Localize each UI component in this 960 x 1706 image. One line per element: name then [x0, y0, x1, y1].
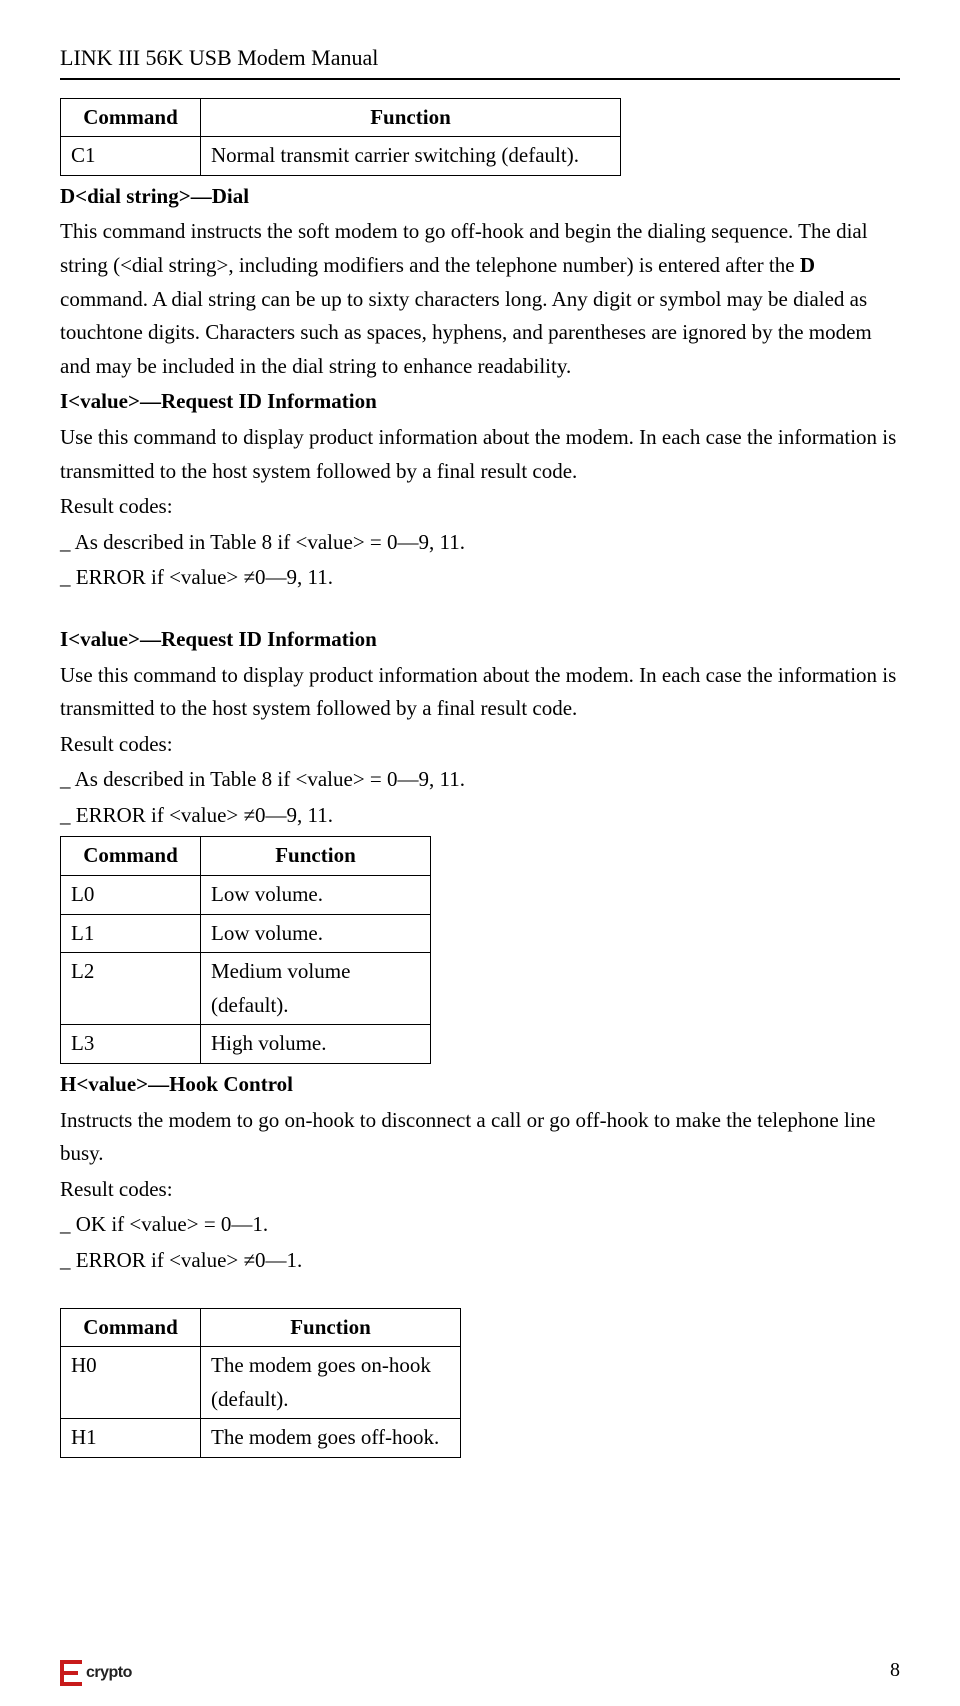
request-id-heading-2: I<value>—Request ID Information — [60, 623, 900, 657]
result-code-2b: _ ERROR if <value> ≠0—9, 11. — [60, 799, 900, 833]
table1-head-function: Function — [201, 98, 621, 137]
table2-cell-cmd: L1 — [61, 914, 201, 953]
hook-rc-2: _ ERROR if <value> ≠0—1. — [60, 1244, 900, 1278]
table-row: C1 Normal transmit carrier switching (de… — [61, 137, 621, 176]
dial-para-text2: command. A dial string can be up to sixt… — [60, 287, 872, 378]
result-code-1a: _ As described in Table 8 if <value> = 0… — [60, 526, 900, 560]
table-hook: Command Function H0 The modem goes on-ho… — [60, 1308, 461, 1458]
table-row: L0 Low volume. — [61, 876, 431, 915]
table3-cell-func: The modem goes on-hook (default). — [201, 1347, 461, 1419]
header-line: LINK III 56K USB Modem Manual — [60, 40, 900, 80]
page-header-title: LINK III 56K USB Modem Manual — [60, 45, 378, 70]
table-volume: Command Function L0 Low volume. L1 Low v… — [60, 836, 431, 1064]
hook-para: Instructs the modem to go on-hook to dis… — [60, 1104, 900, 1171]
page-footer: crypto 8 — [60, 1654, 900, 1686]
table2-head-command: Command — [61, 837, 201, 876]
table1-head-command: Command — [61, 98, 201, 137]
table-row: H0 The modem goes on-hook (default). — [61, 1347, 461, 1419]
page-number: 8 — [890, 1654, 900, 1686]
table-row: L3 High volume. — [61, 1025, 431, 1064]
table3-cell-cmd: H0 — [61, 1347, 201, 1419]
logo-icon — [60, 1660, 82, 1686]
dial-heading: D<dial string>—Dial — [60, 180, 900, 214]
logo-text: crypto — [86, 1660, 132, 1686]
hook-rc-1: _ OK if <value> = 0—1. — [60, 1208, 900, 1242]
dial-bold-d: D — [800, 253, 815, 277]
table-row: H1 The modem goes off-hook. — [61, 1419, 461, 1458]
table2-cell-cmd: L0 — [61, 876, 201, 915]
table-row: L2 Medium volume (default). — [61, 953, 431, 1025]
table3-cell-func: The modem goes off-hook. — [201, 1419, 461, 1458]
table3-cell-cmd: H1 — [61, 1419, 201, 1458]
result-codes-label-2: Result codes: — [60, 728, 900, 762]
table3-head-function: Function — [201, 1308, 461, 1347]
table2-cell-func: Medium volume (default). — [201, 953, 431, 1025]
hook-heading: H<value>—Hook Control — [60, 1068, 900, 1102]
logo: crypto — [60, 1660, 132, 1686]
result-codes-label-1: Result codes: — [60, 490, 900, 524]
table2-cell-func: High volume. — [201, 1025, 431, 1064]
table2-cell-cmd: L3 — [61, 1025, 201, 1064]
table2-cell-func: Low volume. — [201, 876, 431, 915]
request-id-para-1: Use this command to display product info… — [60, 421, 900, 488]
dial-paragraph: This command instructs the soft modem to… — [60, 215, 900, 383]
table2-head-function: Function — [201, 837, 431, 876]
request-id-para-2: Use this command to display product info… — [60, 659, 900, 726]
table2-cell-func: Low volume. — [201, 914, 431, 953]
result-code-2a: _ As described in Table 8 if <value> = 0… — [60, 763, 900, 797]
dial-para-text1: This command instructs the soft modem to… — [60, 219, 868, 277]
table1-cell-func: Normal transmit carrier switching (defau… — [201, 137, 621, 176]
table3-head-command: Command — [61, 1308, 201, 1347]
table-command-c1: Command Function C1 Normal transmit carr… — [60, 98, 621, 176]
request-id-heading-1: I<value>—Request ID Information — [60, 385, 900, 419]
table-row: L1 Low volume. — [61, 914, 431, 953]
table1-cell-cmd: C1 — [61, 137, 201, 176]
hook-rc-label: Result codes: — [60, 1173, 900, 1207]
result-code-1b: _ ERROR if <value> ≠0—9, 11. — [60, 561, 900, 595]
table2-cell-cmd: L2 — [61, 953, 201, 1025]
